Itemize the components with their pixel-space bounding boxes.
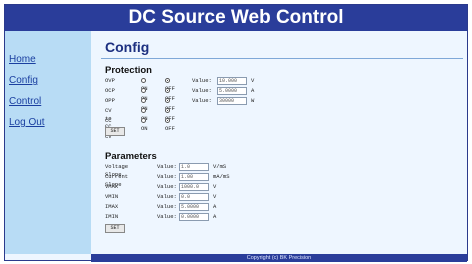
sidebar: Home Config Control Log Out [5,31,91,254]
imin-input[interactable]: 0.0000 [179,213,209,221]
nav-logout-link[interactable]: Log Out [9,117,45,128]
ocp-label: OCP [105,87,115,94]
voltage-slope-input[interactable]: 1.0 [179,163,209,171]
protection-title: Protection [105,65,152,76]
ovp-label: OVP [105,77,115,84]
parameters-set-button[interactable]: SET [105,224,125,233]
imax-input[interactable]: 5.0000 [179,203,209,211]
parameters-title: Parameters [105,151,157,162]
ovp-value-input[interactable]: 10.000 [217,77,247,85]
vmin-unit: V [213,193,217,200]
ocp-unit: A [251,87,255,94]
current-slope-unit: mA/mS [213,173,230,180]
cc-to-cv-on-radio[interactable]: ON [141,117,148,133]
imin-label: IMIN [105,213,119,220]
imax-label: IMAX [105,203,119,210]
app-frame: DC Source Web Control Home Config Contro… [4,4,468,262]
imax-value-label: Value: [157,203,177,210]
vmax-label: VMAX [105,183,119,190]
nav-control-link[interactable]: Control [9,96,41,107]
ovp-value-label: Value: [192,77,212,84]
vmax-value-label: Value: [157,183,177,190]
cc-to-cv-off-radio[interactable]: OFF [165,117,175,133]
opp-value-input[interactable]: 30000 [217,97,247,105]
vmax-unit: V [213,183,217,190]
current-slope-value-label: Value: [157,173,177,180]
vmin-label: VMIN [105,193,119,200]
imin-value-label: Value: [157,213,177,220]
title-divider [101,58,463,59]
nav-config-link[interactable]: Config [9,75,38,86]
ocp-value-label: Value: [192,87,212,94]
opp-unit: W [251,97,255,104]
vmax-input[interactable]: 1000.0 [179,183,209,191]
ocp-value-input[interactable]: 5.0000 [217,87,247,95]
page-title: Config [105,39,150,55]
opp-value-label: Value: [192,97,212,104]
voltage-slope-value-label: Value: [157,163,177,170]
current-slope-input[interactable]: 1.00 [179,173,209,181]
main-content: Config Protection OVP ON OFF Value: 10.0… [91,31,467,254]
vmin-value-label: Value: [157,193,177,200]
imax-unit: A [213,203,217,210]
ovp-unit: V [251,77,255,84]
voltage-slope-unit: V/mS [213,163,227,170]
imin-unit: A [213,213,217,220]
vmin-input[interactable]: 0.0 [179,193,209,201]
opp-label: OPP [105,97,115,104]
protection-set-button[interactable]: SET [105,127,125,136]
page-header: DC Source Web Control [5,5,467,31]
nav-home-link[interactable]: Home [9,54,36,65]
page-footer: Copyright (c) BK Precision [91,254,467,262]
